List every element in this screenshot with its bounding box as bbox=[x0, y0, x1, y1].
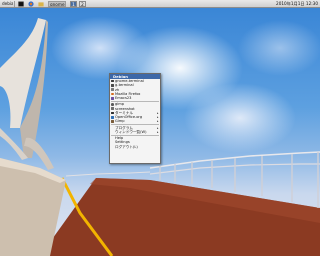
menu-item-emacs[interactable]: Emacs23 bbox=[110, 96, 160, 100]
launcher-terminal-button[interactable] bbox=[16, 1, 25, 7]
app-icon bbox=[111, 88, 114, 92]
terminal-icon bbox=[17, 1, 24, 7]
taskbar: debian gnome 1 2 2010年1月1日 12:30 bbox=[0, 0, 320, 8]
gimp-icon bbox=[111, 120, 114, 123]
taskbar-separator bbox=[14, 1, 15, 7]
camera-icon bbox=[111, 107, 114, 111]
emacs-icon bbox=[111, 97, 114, 100]
browser-icon bbox=[27, 1, 34, 7]
gimp-icon bbox=[111, 103, 114, 106]
taskbar-task-gnome[interactable]: gnome bbox=[48, 1, 66, 7]
root-menu: Debian gnome-terminal g-terminal zh Mozi… bbox=[109, 73, 161, 164]
menu-item-label: ウィンドウ一覧(W) bbox=[115, 129, 147, 134]
workspace-2-button[interactable]: 2 bbox=[79, 1, 86, 7]
office-icon bbox=[111, 116, 114, 119]
terminal-icon bbox=[111, 79, 114, 83]
firefox-icon bbox=[111, 92, 114, 96]
menu-item-label: Gimp bbox=[115, 119, 125, 124]
menu-item-gimp-submenu[interactable]: Gimp ▸ bbox=[110, 119, 160, 123]
submenu-arrow-icon: ▸ bbox=[156, 119, 159, 124]
clock: 2010年1月1日 12:30 bbox=[276, 1, 318, 6]
launcher-browser-button[interactable] bbox=[26, 1, 35, 7]
start-menu-button[interactable]: debian bbox=[1, 1, 13, 7]
folder-icon bbox=[37, 2, 44, 7]
menu-item-logout[interactable]: ログアウト(L) bbox=[110, 145, 160, 149]
submenu-arrow-icon: ▸ bbox=[156, 129, 159, 134]
terminal-icon bbox=[111, 111, 114, 115]
launcher-files-button[interactable] bbox=[36, 1, 45, 7]
menu-item-window-list[interactable]: ウィンドウ一覧(W) ▸ bbox=[110, 130, 160, 134]
menu-item-label: ログアウト(L) bbox=[115, 144, 138, 149]
menu-item-label: Emacs23 bbox=[115, 96, 132, 101]
terminal-icon bbox=[111, 84, 114, 87]
workspace-1-button[interactable]: 1 bbox=[70, 1, 77, 7]
